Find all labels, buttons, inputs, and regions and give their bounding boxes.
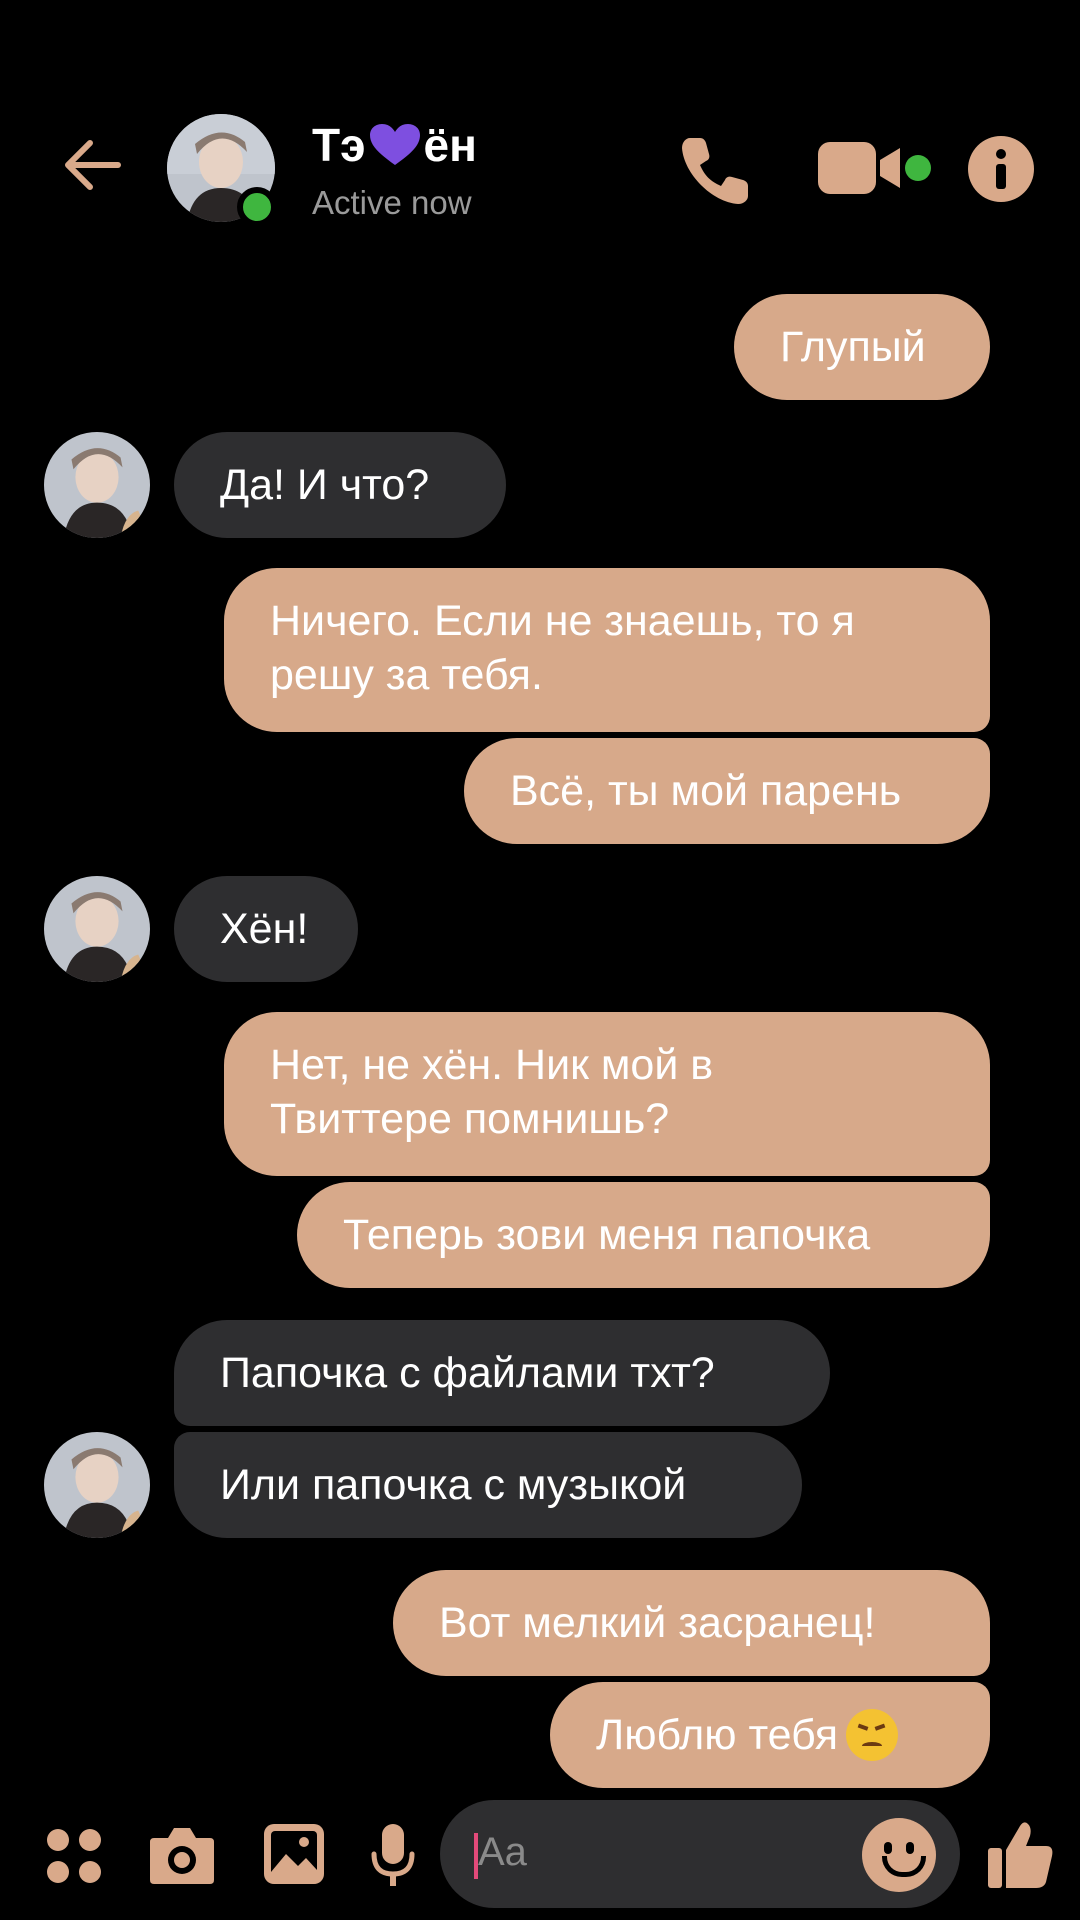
smiley-emoji-icon[interactable]	[862, 1818, 936, 1892]
message-bubble-incoming[interactable]: Папочка с файлами тхт?	[174, 1320, 830, 1426]
message-text: Теперь зови меня папочка	[343, 1211, 871, 1259]
message-bubble-outgoing[interactable]: Теперь зови меня папочка	[297, 1182, 990, 1288]
message-text: Хён!	[220, 905, 309, 953]
confounded-face-emoji-icon	[846, 1709, 899, 1761]
camera-icon[interactable]	[148, 1824, 216, 1886]
contact-name-part1: Тэ	[312, 119, 366, 171]
message-text: Или папочка с музыкой	[220, 1461, 687, 1509]
video-active-indicator	[905, 155, 931, 181]
sender-avatar[interactable]	[44, 432, 150, 538]
sender-avatar[interactable]	[44, 876, 150, 982]
online-indicator	[237, 187, 277, 227]
message-input-placeholder: Aa	[478, 1830, 527, 1874]
message-text: Нет, не хён. Ник мой в Твиттере помнишь?	[270, 1041, 714, 1143]
message-text: Люблю тебя	[596, 1711, 839, 1759]
message-text: Папочка с файлами тхт?	[220, 1349, 715, 1397]
active-status: Active now	[312, 184, 472, 221]
purple-heart-icon	[369, 124, 420, 165]
video-camera-icon[interactable]	[816, 138, 908, 198]
message-bubble-outgoing[interactable]: Глупый	[734, 294, 990, 400]
thumbs-up-icon[interactable]	[986, 1818, 1056, 1890]
image-gallery-icon[interactable]	[262, 1822, 326, 1886]
info-icon[interactable]	[968, 136, 1034, 202]
microphone-icon[interactable]	[368, 1822, 418, 1890]
message-text: Всё, ты мой парень	[510, 767, 902, 815]
message-bubble-incoming[interactable]: Хён!	[174, 876, 358, 982]
message-bubble-incoming[interactable]: Или папочка с музыкой	[174, 1432, 802, 1538]
message-bubble-outgoing[interactable]: Ничего. Если не знаешь, то я решу за теб…	[224, 568, 990, 732]
message-text: Да! И что?	[220, 461, 430, 509]
message-text: Глупый	[780, 323, 926, 371]
contact-name-part2: ён	[423, 119, 477, 171]
back-arrow-icon[interactable]	[58, 130, 128, 200]
contact-name[interactable]: Тэ ён	[312, 118, 477, 172]
sender-avatar[interactable]	[44, 1432, 150, 1538]
message-bubble-outgoing[interactable]: Нет, не хён. Ник мой в Твиттере помнишь?	[224, 1012, 990, 1176]
four-dots-menu-icon[interactable]	[44, 1826, 104, 1886]
message-bubble-outgoing[interactable]: Люблю тебя	[550, 1682, 990, 1788]
message-bubble-outgoing[interactable]: Вот мелкий засранец!	[393, 1570, 990, 1676]
message-text: Вот мелкий засранец!	[439, 1599, 876, 1647]
message-bubble-incoming[interactable]: Да! И что?	[174, 432, 506, 538]
message-bubble-outgoing[interactable]: Всё, ты мой парень	[464, 738, 990, 844]
message-text: Ничего. Если не знаешь, то я решу за теб…	[270, 597, 855, 699]
phone-icon[interactable]	[676, 130, 756, 210]
chat-header: Тэ ён Active now	[0, 0, 1080, 270]
